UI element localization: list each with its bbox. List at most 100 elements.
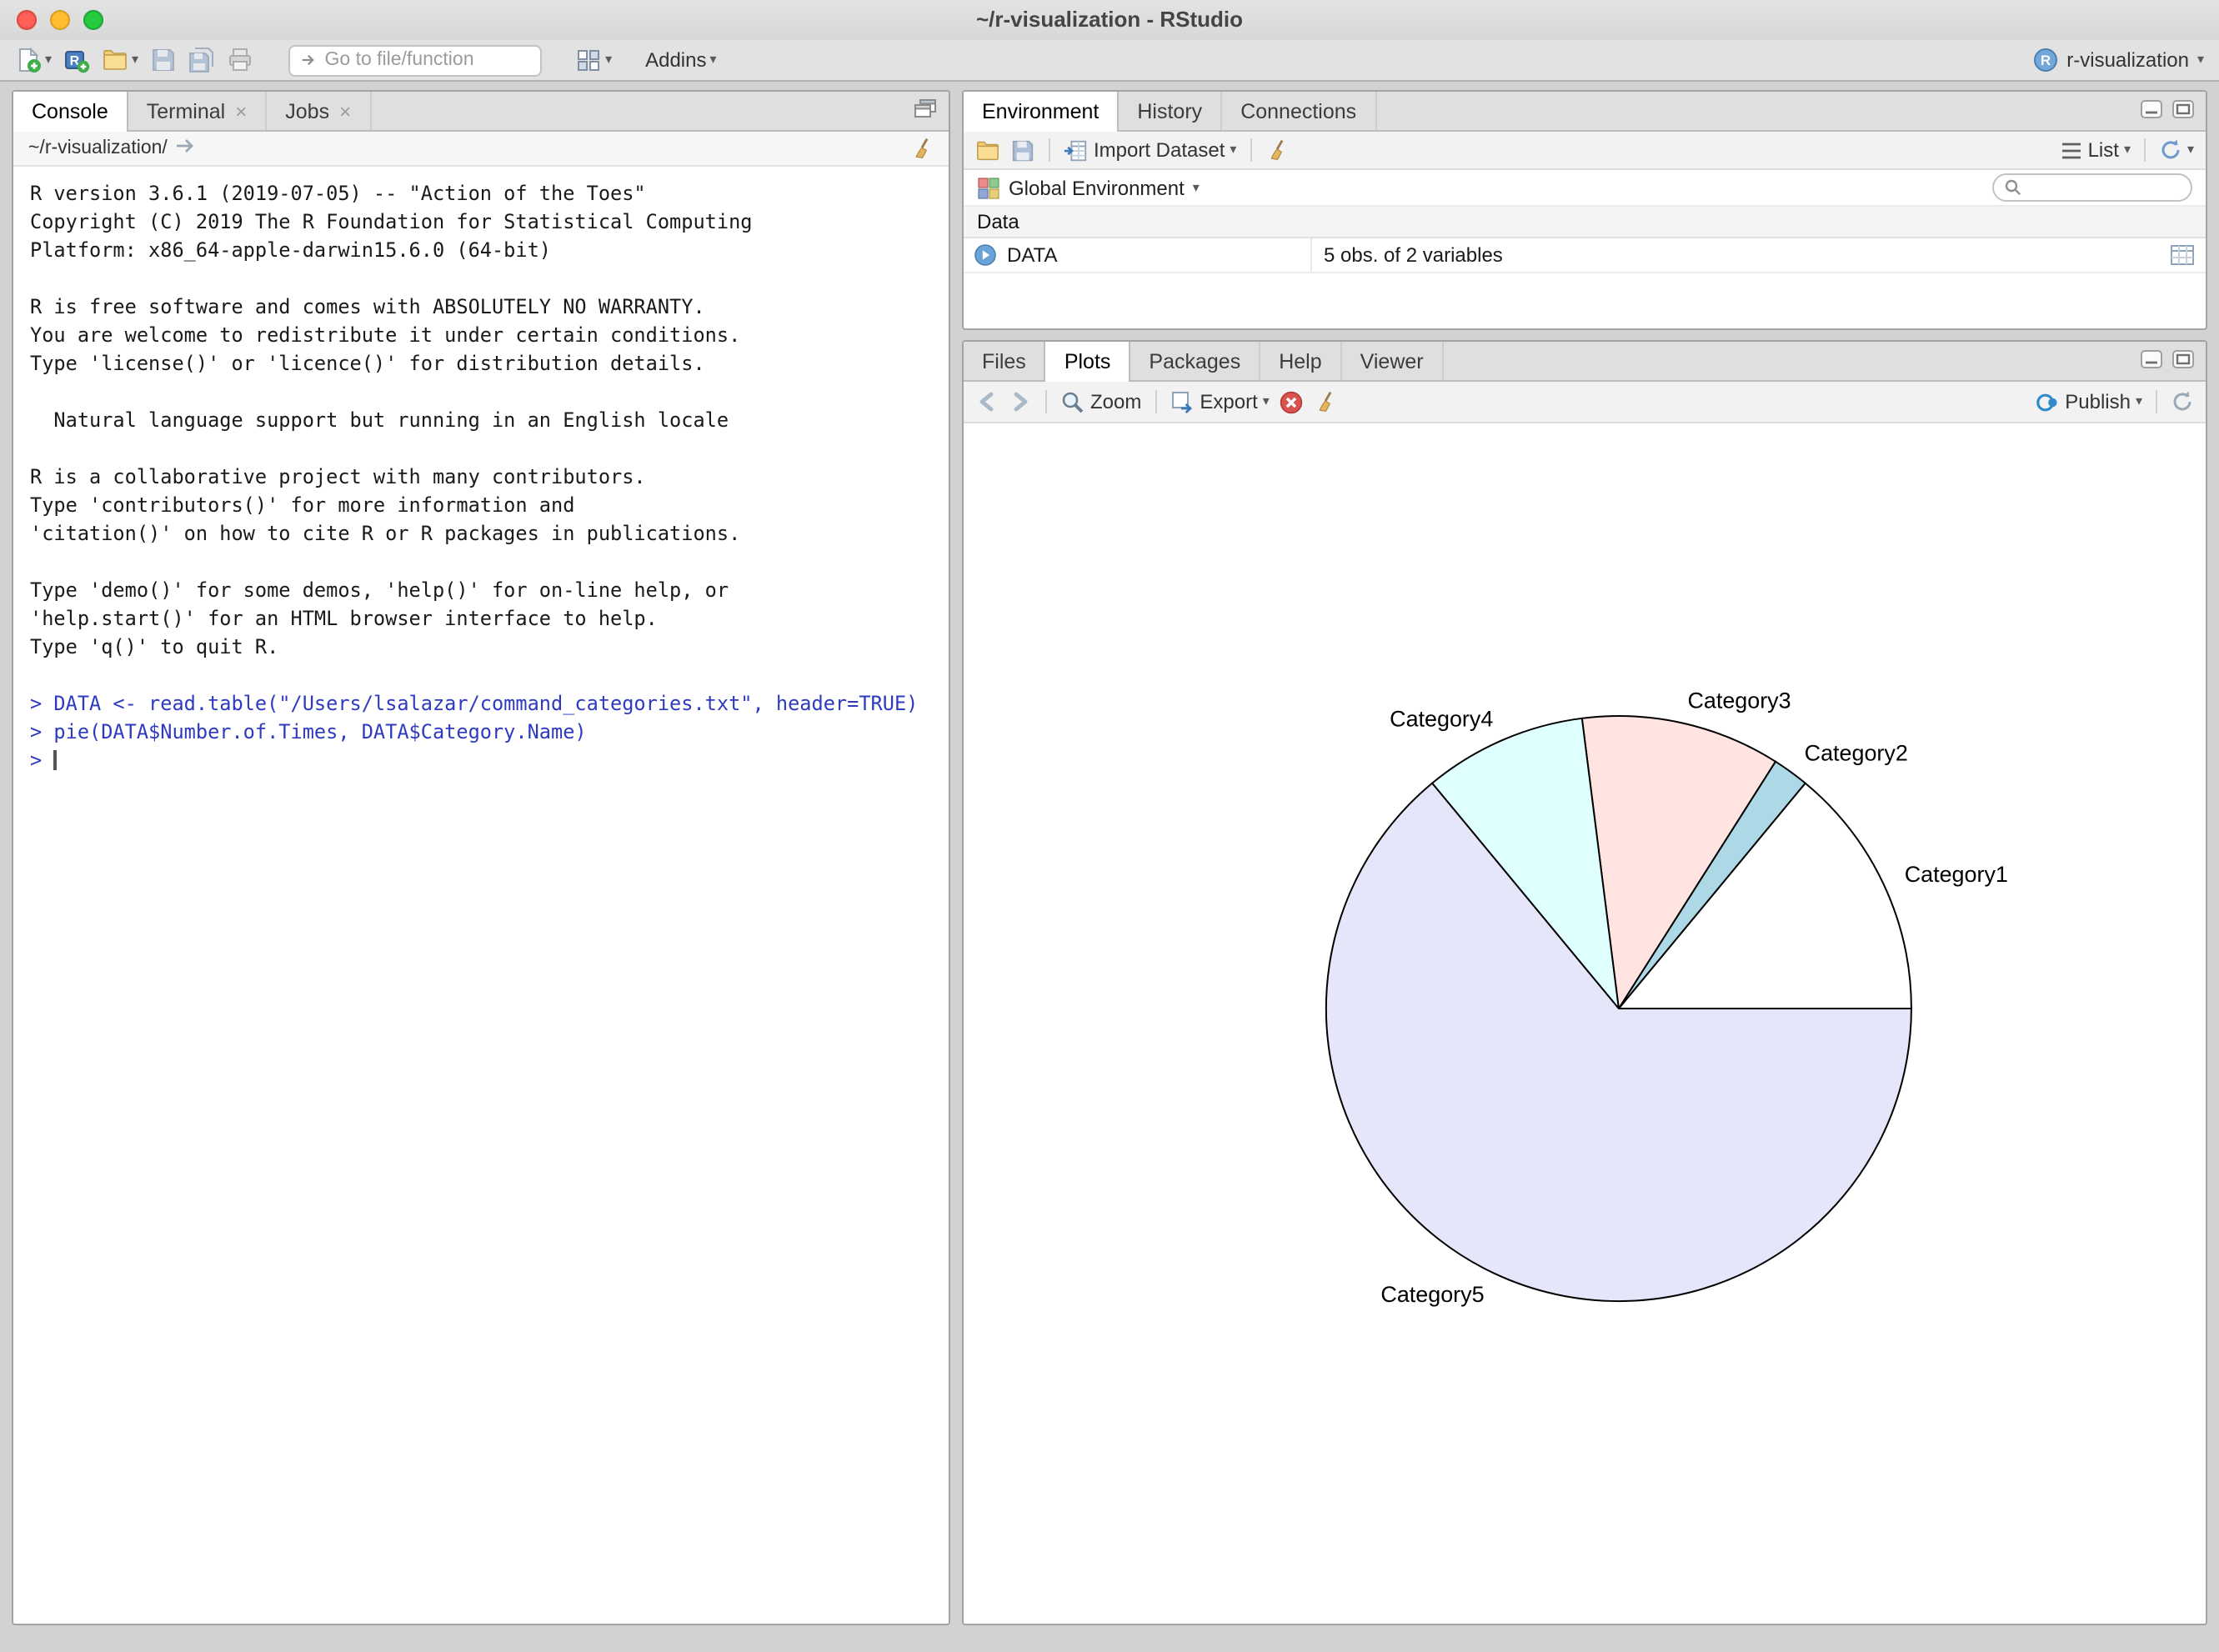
console-output-line: Type 'q()' to quit R.: [30, 633, 942, 662]
tab-viewer[interactable]: Viewer: [1342, 342, 1444, 380]
load-workspace-button[interactable]: [975, 138, 1000, 163]
view-data-button[interactable]: [2171, 245, 2206, 265]
clear-console-button[interactable]: [910, 137, 934, 160]
console-output-line: You are welcome to redistribute it under…: [30, 322, 942, 350]
tab-environment[interactable]: Environment: [964, 92, 1119, 132]
refresh-plot-button[interactable]: [2171, 390, 2194, 413]
pie-label-category4: Category4: [1390, 706, 1493, 731]
project-menu[interactable]: R r-visualization ▾: [2031, 47, 2204, 73]
import-dataset-label: Import Dataset: [1094, 138, 1225, 162]
plots-tabbar: Files Plots Packages Help Viewer: [964, 342, 2206, 382]
clear-all-plots-button[interactable]: [1315, 390, 1338, 413]
arrow-right-icon: [176, 137, 198, 155]
rstudio-window: ~/r-visualization - RStudio ▾ R: [0, 0, 2219, 1652]
tab-console[interactable]: Console: [13, 92, 128, 132]
export-plot-button[interactable]: Export ▾: [1170, 389, 1269, 414]
new-file-button[interactable]: ▾: [15, 47, 52, 73]
save-all-icon: [188, 47, 215, 73]
environment-search-box[interactable]: [1992, 173, 2192, 202]
clear-objects-button[interactable]: [1265, 138, 1288, 162]
popout-icon: [914, 98, 937, 118]
panes-layout-button[interactable]: ▾: [575, 47, 612, 73]
console-output-line: [30, 435, 942, 463]
remove-plot-button[interactable]: [1280, 389, 1305, 414]
remove-plot-icon: [1280, 389, 1305, 414]
search-icon: [2004, 178, 2022, 197]
list-view-button[interactable]: List ▾: [2061, 138, 2131, 162]
console-output[interactable]: R version 3.6.1 (2019-07-05) -- "Action …: [13, 167, 949, 775]
minimize-pane-button[interactable]: [2141, 96, 2162, 126]
refresh-environment-button[interactable]: ▾: [2159, 138, 2194, 162]
goto-file-input[interactable]: [325, 50, 531, 70]
pie-label-category1: Category1: [1905, 862, 2008, 887]
tab-history[interactable]: History: [1119, 92, 1222, 130]
console-output-line: [30, 265, 942, 293]
import-dataset-icon: [1064, 138, 1089, 163]
console-output-line: [30, 548, 942, 577]
environment-tabbar: Environment History Connections: [964, 92, 2206, 132]
save-all-button[interactable]: [188, 47, 215, 73]
print-button[interactable]: [227, 47, 253, 73]
object-value: 5 obs. of 2 variables: [1324, 243, 1503, 267]
console-tabbar: Console Terminal × Jobs ×: [13, 92, 949, 132]
tab-files[interactable]: Files: [964, 342, 1046, 380]
tab-plots[interactable]: Plots: [1044, 342, 1131, 382]
print-icon: [227, 47, 253, 73]
chevron-down-icon: ▾: [1193, 181, 1200, 194]
tab-help[interactable]: Help: [1260, 342, 1341, 380]
console-prompt-line[interactable]: >: [30, 747, 942, 775]
goto-file-box[interactable]: [288, 44, 542, 76]
open-folder-icon: [975, 138, 1000, 163]
addins-button[interactable]: Addins ▾: [645, 48, 716, 72]
tab-packages-label: Packages: [1149, 349, 1240, 373]
main-toolbar: ▾ R ▾: [0, 40, 2219, 82]
save-workspace-button[interactable]: [1010, 138, 1035, 163]
save-button[interactable]: [150, 47, 177, 73]
workspace: Console Terminal × Jobs ×: [0, 82, 2219, 1652]
tab-packages[interactable]: Packages: [1130, 342, 1260, 380]
pie-chart: Category1Category2Category3Category4Cate…: [964, 423, 2206, 1624]
broom-icon: [1265, 138, 1288, 162]
tab-connections[interactable]: Connections: [1222, 92, 1376, 130]
save-icon: [1010, 138, 1035, 163]
environment-icon: [977, 176, 1000, 199]
zoom-window-button[interactable]: [83, 10, 103, 30]
environment-section-header: Data: [964, 207, 2206, 238]
addins-label: Addins: [645, 48, 706, 72]
import-dataset-button[interactable]: Import Dataset ▾: [1064, 138, 1236, 163]
minimize-pane-icon: [2141, 349, 2162, 368]
tab-jobs[interactable]: Jobs ×: [267, 92, 371, 130]
titlebar: ~/r-visualization - RStudio: [0, 0, 2219, 40]
environment-object-row[interactable]: DATA 5 obs. of 2 variables: [964, 238, 2206, 273]
popout-console-button[interactable]: [914, 96, 937, 126]
close-icon[interactable]: ×: [235, 99, 247, 123]
chevron-down-icon: ▾: [2197, 53, 2204, 67]
goto-icon: [300, 50, 318, 70]
tab-plots-label: Plots: [1064, 350, 1111, 373]
project-name: r-visualization: [2066, 48, 2189, 72]
chevron-down-icon: ▾: [1263, 395, 1270, 408]
tab-terminal-label: Terminal: [147, 99, 226, 123]
expand-object-icon[interactable]: [974, 243, 997, 267]
environment-scope-selector[interactable]: Global Environment: [1009, 176, 1185, 199]
zoom-plot-button[interactable]: Zoom: [1060, 389, 1141, 414]
tab-viewer-label: Viewer: [1360, 349, 1424, 373]
maximize-pane-button[interactable]: [2172, 96, 2194, 126]
console-output-line: Type 'contributors()' for more informati…: [30, 492, 942, 520]
close-window-button[interactable]: [17, 10, 37, 30]
table-icon: [2171, 245, 2194, 265]
open-file-button[interactable]: ▾: [102, 47, 138, 73]
previous-plot-button[interactable]: [975, 390, 999, 413]
chevron-down-icon: ▾: [605, 53, 612, 67]
new-project-button[interactable]: R: [63, 47, 90, 73]
goto-working-directory-button[interactable]: [176, 137, 198, 160]
environment-section-label: Data: [977, 210, 1019, 233]
publish-button[interactable]: Publish ▾: [2035, 389, 2142, 414]
next-plot-button[interactable]: [1009, 390, 1032, 413]
minimize-pane-button[interactable]: [2141, 346, 2162, 376]
minimize-window-button[interactable]: [50, 10, 70, 30]
maximize-pane-button[interactable]: [2172, 346, 2194, 376]
tab-terminal[interactable]: Terminal ×: [128, 92, 268, 130]
console-command-line: > pie(DATA$Number.of.Times, DATA$Categor…: [30, 718, 942, 747]
close-icon[interactable]: ×: [339, 99, 351, 123]
